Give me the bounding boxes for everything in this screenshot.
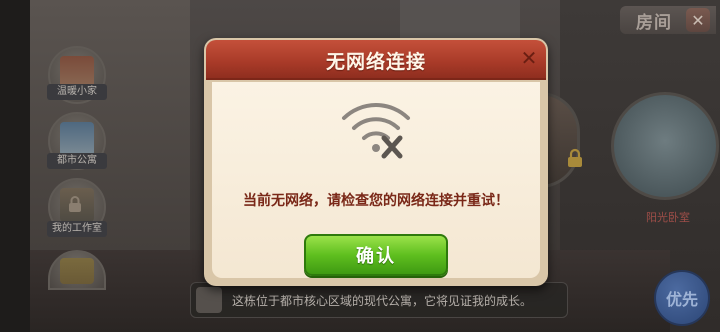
room-card-sunny-bedroom[interactable]	[611, 92, 719, 200]
dialog-title: 无网络连接	[325, 51, 426, 73]
sidebar-item-label: 都市公寓	[47, 153, 107, 169]
confirm-button[interactable]: 确认	[304, 234, 448, 276]
lock-icon	[568, 148, 582, 167]
wifi-off-icon	[342, 103, 410, 159]
dialog-message: 当前无网络，请检查您的网络连接并重试！	[243, 193, 509, 209]
description-text: 这栋位于都市核心区域的现代公寓，它将见证我的成长。	[232, 294, 533, 308]
sofa-icon	[196, 287, 222, 313]
room-panel-close-button[interactable]: ✕	[686, 8, 710, 32]
sidebar-item-label: 温暖小家	[47, 84, 107, 100]
no-network-dialog: 无网络连接 ✕ 当前无网络，请检查您的网络连接并重试！ 确认	[204, 38, 548, 286]
apartment-thumbnail	[60, 122, 94, 156]
dialog-close-button[interactable]: ✕	[518, 46, 540, 70]
room-thumbnail	[60, 258, 94, 284]
lock-icon	[69, 196, 81, 212]
sidebar-item-label: 我的工作室	[47, 221, 107, 237]
game-scene: 房间 ✕ 温暖小家 都市公寓 我的工作室 阳光卧室 这栋位于都市核心区域的现代公…	[0, 0, 720, 332]
room-panel-title: 房间	[636, 13, 672, 33]
room-card-label: 阳光卧室	[646, 211, 690, 224]
background-left-edge	[0, 0, 30, 332]
priority-button[interactable]: 优先	[654, 270, 710, 326]
